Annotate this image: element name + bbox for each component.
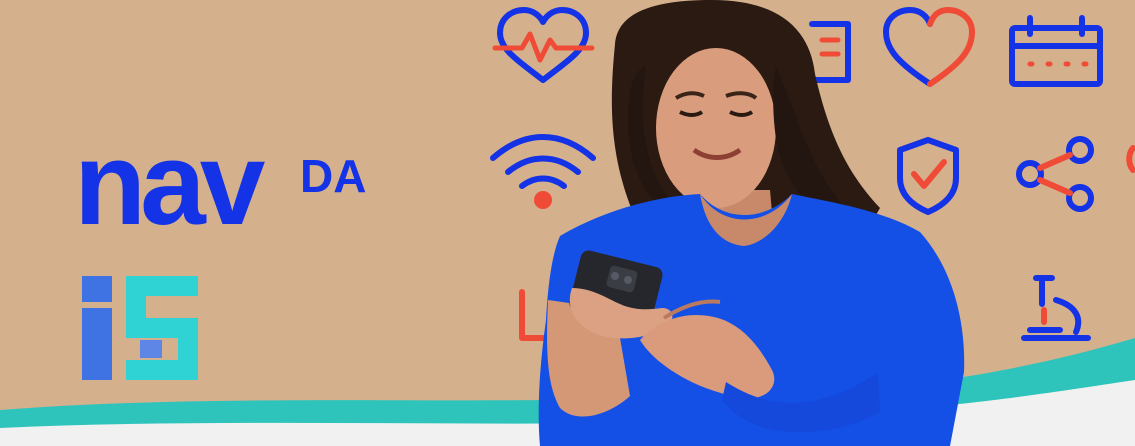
face [656,48,776,208]
logo-wordmark: nav [74,118,266,250]
logo-wordmark-suffix: DA [300,150,366,202]
hero-illustration: nav DA [0,0,1135,446]
hero-banner: nav DA [0,0,1135,446]
is-logo-mark [82,276,198,380]
